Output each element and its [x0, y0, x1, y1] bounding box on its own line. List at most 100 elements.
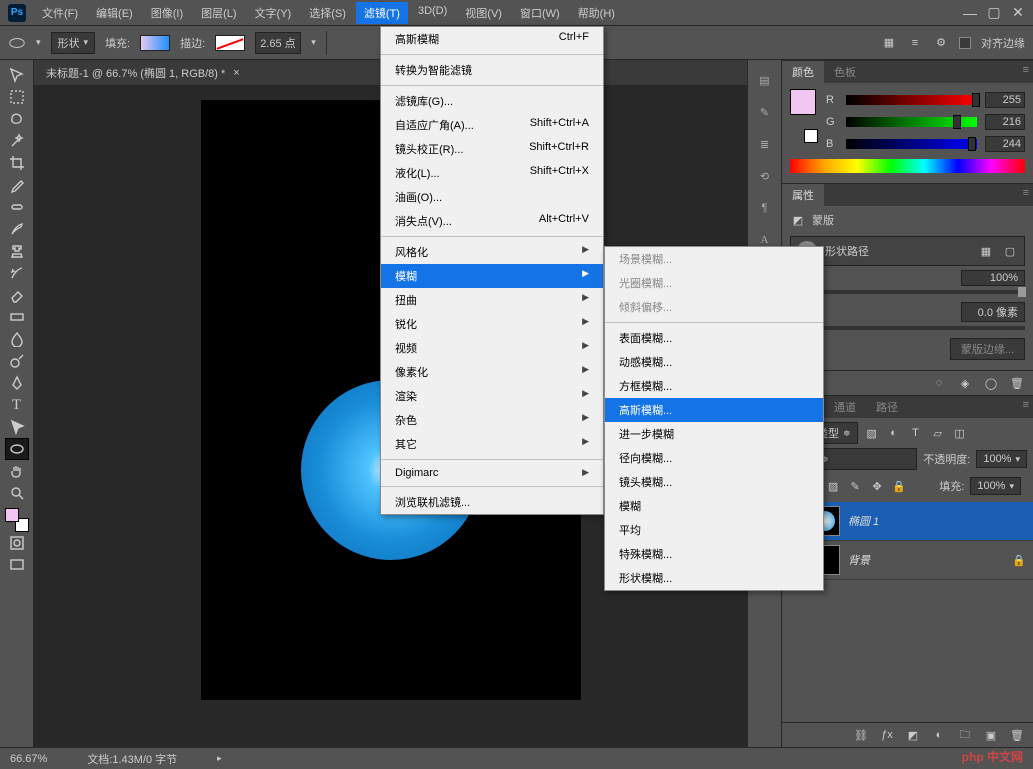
liquify-item[interactable]: 液化(L)...Shift+Ctrl+X [381, 161, 603, 185]
move-tool[interactable] [5, 64, 29, 86]
lock-image-icon[interactable]: ✎ [847, 478, 863, 494]
radial-blur-item[interactable]: 径向模糊... [605, 446, 823, 470]
load-selection-icon[interactable]: ◌ [931, 375, 947, 391]
opacity-field[interactable]: 100%▾ [976, 450, 1027, 468]
other-submenu[interactable]: 其它 [381, 432, 603, 456]
zoom-tool[interactable] [5, 482, 29, 504]
gear-icon[interactable]: ⚙ [933, 35, 949, 51]
stroke-swatch[interactable] [215, 35, 245, 51]
mask-pixel-icon[interactable]: ▦ [978, 243, 994, 259]
stroke-width-dropdown[interactable]: ▾ [311, 37, 316, 48]
lasso-tool[interactable] [5, 108, 29, 130]
menu-filter[interactable]: 滤镜(T) [356, 2, 408, 24]
align-edges-checkbox[interactable] [959, 37, 971, 49]
zoom-level[interactable]: 66.67% [10, 753, 47, 765]
lens-blur-item[interactable]: 镜头模糊... [605, 470, 823, 494]
marquee-tool[interactable] [5, 86, 29, 108]
link-layers-icon[interactable]: ⛓ [853, 727, 869, 743]
panel-menu-icon[interactable]: ≡ [1023, 64, 1029, 76]
feather-value[interactable]: 0.0 像素 [961, 302, 1025, 322]
menu-image[interactable]: 图像(I) [143, 2, 191, 24]
gradient-tool[interactable] [5, 306, 29, 328]
maximize-button[interactable]: ▢ [987, 6, 1001, 20]
docinfo-dropdown-icon[interactable]: ▸ [217, 753, 222, 764]
layer-name[interactable]: 椭圆 1 [848, 513, 879, 529]
color-primary-swatch[interactable] [790, 89, 816, 115]
shape-mode-dropdown[interactable]: 形状 ▾ [51, 32, 96, 54]
fill-swatch[interactable] [140, 35, 170, 51]
clone-source-panel-icon[interactable]: ⟲ [755, 166, 775, 186]
convert-smart-filter-item[interactable]: 转换为智能滤镜 [381, 58, 603, 82]
oil-paint-item[interactable]: 油画(O)... [381, 185, 603, 209]
filter-adjust-icon[interactable]: ◐ [886, 425, 902, 441]
tilt-shift-item[interactable]: 倾斜偏移... [605, 295, 823, 319]
color-tab[interactable]: 颜色 [782, 61, 824, 83]
distort-submenu[interactable]: 扭曲 [381, 288, 603, 312]
history-brush-tool[interactable] [5, 262, 29, 284]
delete-mask-icon[interactable]: 🗑 [1009, 375, 1025, 391]
density-slider[interactable] [790, 290, 1025, 294]
close-button[interactable]: ✕ [1011, 6, 1025, 20]
ellipse-shape-tool[interactable] [5, 438, 29, 460]
brush-tool[interactable] [5, 218, 29, 240]
new-layer-icon[interactable]: ▣ [983, 727, 999, 743]
adaptive-wide-angle-item[interactable]: 自适应广角(A)...Shift+Ctrl+A [381, 113, 603, 137]
eraser-tool[interactable] [5, 284, 29, 306]
field-blur-item[interactable]: 场景模糊... [605, 247, 823, 271]
smart-blur-item[interactable]: 特殊模糊... [605, 542, 823, 566]
document-tab[interactable]: 未标题-1 @ 66.7% (椭圆 1, RGB/8) * × [34, 61, 252, 85]
menu-3d[interactable]: 3D(D) [410, 2, 455, 24]
r-slider[interactable] [846, 95, 977, 105]
menu-window[interactable]: 窗口(W) [512, 2, 568, 24]
video-submenu[interactable]: 视频 [381, 336, 603, 360]
foreground-background-colors[interactable] [5, 508, 29, 532]
delete-layer-icon[interactable]: 🗑 [1009, 727, 1025, 743]
hue-ramp[interactable] [790, 159, 1025, 173]
brush-presets-panel-icon[interactable]: ≣ [755, 134, 775, 154]
foreground-color-swatch[interactable] [5, 508, 19, 522]
box-blur-item[interactable]: 方框模糊... [605, 374, 823, 398]
motion-blur-item[interactable]: 动感模糊... [605, 350, 823, 374]
density-value[interactable]: 100% [961, 270, 1025, 286]
layer-style-icon[interactable]: ƒx [879, 727, 895, 743]
filter-shape-icon[interactable]: ▱ [930, 425, 946, 441]
pen-tool[interactable] [5, 372, 29, 394]
filter-gallery-item[interactable]: 滤镜库(G)... [381, 89, 603, 113]
feather-slider[interactable] [790, 326, 1025, 330]
sharpen-submenu[interactable]: 锐化 [381, 312, 603, 336]
swatches-tab[interactable]: 色板 [824, 61, 866, 83]
document-info[interactable]: 文档:1.43M/0 字节 [87, 751, 177, 767]
panel-menu-icon[interactable]: ≡ [1023, 399, 1029, 411]
group-icon[interactable]: 🗀 [957, 727, 973, 743]
b-slider[interactable] [846, 139, 977, 149]
screen-mode-toggle[interactable] [5, 554, 29, 576]
menu-edit[interactable]: 编辑(E) [88, 2, 141, 24]
r-value[interactable]: 255 [985, 92, 1025, 108]
menu-type[interactable]: 文字(Y) [247, 2, 300, 24]
blur-tool[interactable] [5, 328, 29, 350]
iris-blur-item[interactable]: 光圈模糊... [605, 271, 823, 295]
apply-mask-icon[interactable]: ◈ [957, 375, 973, 391]
lock-all-icon[interactable]: 🔒 [891, 478, 907, 494]
render-submenu[interactable]: 渲染 [381, 384, 603, 408]
mask-vector-icon[interactable]: ▢ [1002, 243, 1018, 259]
filter-smart-icon[interactable]: ◫ [952, 425, 968, 441]
channels-tab[interactable]: 通道 [824, 396, 866, 418]
lens-correction-item[interactable]: 镜头校正(R)...Shift+Ctrl+R [381, 137, 603, 161]
tool-preset-dropdown[interactable]: ▾ [36, 37, 41, 48]
menu-select[interactable]: 选择(S) [301, 2, 354, 24]
lock-position-icon[interactable]: ✥ [869, 478, 885, 494]
blur-item[interactable]: 模糊 [605, 494, 823, 518]
menu-layer[interactable]: 图层(L) [193, 2, 244, 24]
stroke-width-field[interactable]: 2.65 点 [255, 32, 301, 54]
surface-blur-item[interactable]: 表面模糊... [605, 326, 823, 350]
magic-wand-tool[interactable] [5, 130, 29, 152]
g-slider[interactable] [846, 117, 977, 127]
path-align-icon[interactable]: ▦ [881, 35, 897, 51]
type-tool[interactable]: T [5, 394, 29, 416]
pixelate-submenu[interactable]: 像素化 [381, 360, 603, 384]
healing-brush-tool[interactable] [5, 196, 29, 218]
layer-name[interactable]: 背景 [848, 552, 870, 568]
filter-last-item[interactable]: 高斯模糊 Ctrl+F [381, 27, 603, 51]
layer-mask-icon[interactable]: ◩ [905, 727, 921, 743]
